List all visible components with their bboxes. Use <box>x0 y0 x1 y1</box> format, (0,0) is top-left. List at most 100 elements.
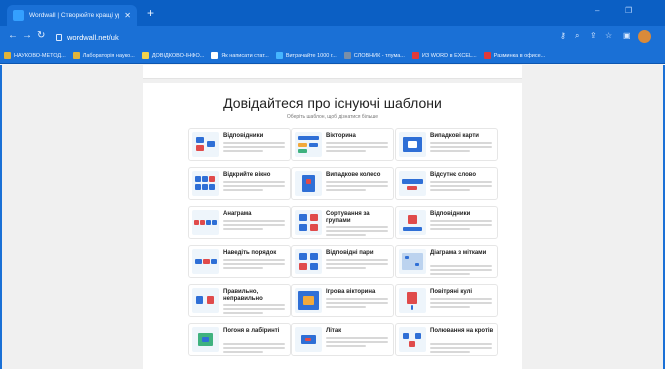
thumbnail-shape <box>310 214 318 221</box>
template-description-line <box>223 259 285 261</box>
bookmark-item[interactable]: ИЗ WORD в EXCEL... <box>411 52 477 59</box>
thumbnail-shape <box>415 333 421 339</box>
group-sort-icon <box>295 210 322 235</box>
template-card[interactable]: Наведіть порядок <box>188 245 291 278</box>
bookmark-item[interactable]: Разминка в офисе... <box>483 52 545 59</box>
bookmark-label: ДОВІДКОВО-ІНФО... <box>151 52 205 59</box>
template-card[interactable]: Вікторина <box>291 128 394 161</box>
address-bar[interactable]: wordwall.net/uk <box>56 29 526 45</box>
zoom-icon[interactable]: ⌕ <box>575 31 579 41</box>
template-card[interactable]: Відсутнє слово <box>395 167 498 200</box>
close-tab-icon[interactable]: ✕ <box>124 11 131 20</box>
bookmark-star-icon[interactable]: ☆ <box>605 31 612 41</box>
template-description-line <box>223 263 285 265</box>
template-card[interactable]: Випадкове колесо <box>291 167 394 200</box>
template-description-line <box>223 304 285 306</box>
previous-section-card <box>143 65 522 79</box>
template-description-line <box>223 228 263 230</box>
templates-heading: Довідайтеся про існуючі шаблони <box>223 95 442 111</box>
thumbnail-shape <box>202 337 209 342</box>
balloon-icon <box>399 288 426 313</box>
template-name: Сортування за групами <box>326 211 370 224</box>
share-icon[interactable]: ⇪ <box>590 31 597 41</box>
thumbnail-shape <box>299 253 307 260</box>
template-card[interactable]: Погоня в лабіринті <box>188 323 291 356</box>
template-description-line <box>430 142 492 144</box>
new-tab-button[interactable]: + <box>147 6 154 20</box>
template-description-line <box>430 265 492 267</box>
template-description-line <box>223 343 285 345</box>
whack-a-mole-icon <box>399 327 426 352</box>
bookmark-item[interactable]: СЛОВНИК - тлума... <box>343 52 405 59</box>
sidebar-icon[interactable]: ▣ <box>623 31 631 41</box>
template-card[interactable]: Випадкові карти <box>395 128 498 161</box>
template-card[interactable]: Полювання на кротів <box>395 323 498 356</box>
bookmark-item[interactable]: Лабораторія науко... <box>72 52 135 59</box>
thumbnail-shape <box>409 341 415 347</box>
unjumble-icon <box>192 249 219 274</box>
template-description-line <box>223 181 285 183</box>
thumbnail-shape <box>212 220 217 225</box>
template-description-line <box>326 302 388 304</box>
template-card[interactable]: Відкрийте вікно <box>188 167 291 200</box>
bookmark-item[interactable]: ДОВІДКОВО-ІНФО... <box>141 52 205 59</box>
template-card[interactable]: Анаграма <box>188 206 291 239</box>
template-card[interactable]: Відповідники <box>188 128 291 161</box>
thumbnail-shape <box>195 176 201 182</box>
thumbnail-shape <box>403 227 422 231</box>
thumbnail-shape <box>299 224 307 231</box>
template-description-line <box>223 189 263 191</box>
template-description-line <box>430 189 470 191</box>
key-icon[interactable]: ⚷ <box>560 31 566 41</box>
reload-icon[interactable]: ↻ <box>37 30 45 42</box>
thumbnail-shape <box>195 259 202 264</box>
template-description-line <box>326 341 388 343</box>
bookmark-item[interactable]: Витрачайте 1000 г... <box>275 52 337 59</box>
template-card[interactable]: Ігрова вікторина <box>291 284 394 317</box>
template-name: Відповідні пари <box>326 250 374 256</box>
template-description-line <box>326 142 388 144</box>
tab-wordwall[interactable]: Wordwall | Створюйте кращі уро ✕ <box>7 5 137 26</box>
template-name: Діаграма з мітками <box>430 250 487 256</box>
thumbnail-shape <box>211 259 217 264</box>
bookmark-favicon-icon <box>275 52 283 59</box>
template-description-line <box>326 185 388 187</box>
template-description-line <box>430 343 492 345</box>
forward-icon[interactable]: → <box>22 30 32 42</box>
template-card[interactable]: Літак <box>291 323 394 356</box>
template-name: Погоня в лабіринті <box>223 328 280 334</box>
template-card[interactable]: Відповідники <box>395 206 498 239</box>
thumbnail-shape <box>298 143 307 147</box>
profile-avatar[interactable] <box>638 30 651 43</box>
template-card[interactable]: Повітряні кулі <box>395 284 498 317</box>
thumbnail-shape <box>299 214 307 221</box>
template-name: Анаграма <box>223 211 252 217</box>
template-card[interactable]: Сортування за групами <box>291 206 394 239</box>
bookmark-item[interactable]: Як написати стат... <box>211 52 269 59</box>
thumbnail-shape <box>196 137 204 143</box>
lock-icon <box>56 33 62 41</box>
template-description-line <box>430 228 470 230</box>
thumbnail-shape <box>415 263 419 266</box>
bookmark-favicon-icon <box>141 52 149 59</box>
back-icon[interactable]: ← <box>8 30 18 42</box>
thumbnail-shape <box>303 296 314 305</box>
maximize-button[interactable]: ❐ <box>625 6 632 15</box>
thumbnail-shape <box>203 259 210 264</box>
template-card[interactable]: Відповідні пари <box>291 245 394 278</box>
thumbnail-shape <box>405 256 409 259</box>
template-description-line <box>430 146 492 148</box>
template-description-line <box>223 220 285 222</box>
minimize-button[interactable]: – <box>595 6 599 15</box>
template-description-line <box>326 226 388 228</box>
browser-window: Wordwall | Створюйте кращі уро ✕ + – ❐ ←… <box>0 0 665 369</box>
template-card[interactable]: Діаграма з мітками <box>395 245 498 278</box>
thumbnail-shape <box>194 220 199 225</box>
thumbnail-shape <box>407 186 417 190</box>
thumbnail-shape <box>310 224 318 231</box>
template-name: Відповідники <box>430 211 471 217</box>
template-card[interactable]: Правильно, неправильно <box>188 284 291 317</box>
template-description-line <box>223 267 263 269</box>
bookmark-item[interactable]: НАУКОВО-МЕТОД... <box>4 52 66 59</box>
bookmark-label: СЛОВНИК - тлума... <box>353 52 405 59</box>
